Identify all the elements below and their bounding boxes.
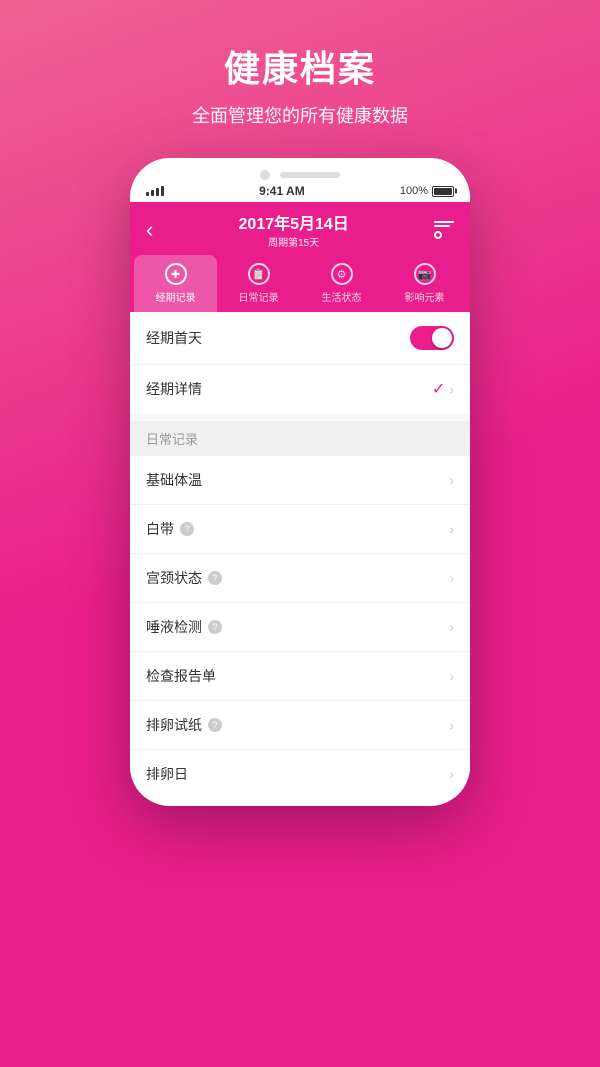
phone-camera: [260, 170, 270, 180]
period-first-day-toggle[interactable]: [410, 326, 454, 350]
list-item-ovulation-day[interactable]: 排卵日 ›: [130, 750, 470, 798]
hamburger-icon: [434, 221, 454, 239]
question-badge: ?: [208, 718, 222, 732]
list-item-saliva[interactable]: 唾液检测 ? ›: [130, 603, 470, 652]
tab-factors-icon: 📷: [414, 263, 436, 285]
header-period: 周期第15天: [239, 234, 349, 249]
menu-line-1: [434, 221, 454, 223]
chevron-icon: ›: [449, 717, 454, 733]
tab-daily-label: 日常记录: [239, 289, 279, 304]
tab-period-record[interactable]: ✚ 经期记录: [134, 255, 217, 312]
header-center: 2017年5月14日 周期第15天: [239, 210, 349, 249]
signal-bar-1: [146, 192, 149, 196]
chevron-icon: ›: [449, 619, 454, 635]
status-bar: 9:41 AM 100%: [130, 180, 470, 202]
status-battery-area: 100%: [400, 185, 454, 197]
period-section: 经期首天 经期详情 ✓ ›: [130, 312, 470, 413]
signal-bar-4: [161, 186, 164, 196]
period-details-right: ✓ ›: [432, 379, 454, 399]
cervix-label: 宫颈状态 ?: [146, 568, 222, 588]
ovulation-day-label: 排卵日: [146, 764, 188, 784]
phone-notch: [130, 158, 470, 180]
saliva-label: 唾液检测 ?: [146, 617, 222, 637]
tab-lifestyle[interactable]: ⚙ 生活状态: [300, 255, 383, 312]
phone-speaker: [280, 172, 340, 178]
period-first-day-label: 经期首天: [146, 328, 202, 348]
chevron-icon: ›: [449, 668, 454, 684]
discharge-label: 白带 ?: [146, 519, 194, 539]
battery-fill: [434, 188, 452, 195]
battery-percent: 100%: [400, 185, 428, 197]
daily-section: 日常记录 基础体温 › 白带 ? › 宫颈状态 ? ›: [130, 421, 470, 798]
page-subtitle: 全面管理您的所有健康数据: [20, 102, 580, 128]
chevron-icon: ›: [449, 521, 454, 537]
toggle-thumb: [432, 328, 452, 348]
tab-lifestyle-icon: ⚙: [331, 263, 353, 285]
question-badge: ?: [208, 620, 222, 634]
menu-button[interactable]: [434, 221, 454, 239]
settings-circle-icon: [434, 231, 442, 239]
tab-bar: ✚ 经期记录 📋 日常记录 ⚙ 生活状态 📷 影响元素: [130, 255, 470, 312]
list-item-ovulation-strip[interactable]: 排卵试纸 ? ›: [130, 701, 470, 750]
page-title: 健康档案: [20, 40, 580, 92]
phone-mockup: 9:41 AM 100% ‹ 2017年5月14日 周期第15天 ✚ 经期记录: [130, 158, 470, 806]
question-badge: ?: [208, 571, 222, 585]
chevron-icon: ›: [449, 381, 454, 397]
chevron-icon: ›: [449, 570, 454, 586]
tab-daily-icon: 📋: [248, 263, 270, 285]
list-item-report[interactable]: 检查报告单 ›: [130, 652, 470, 701]
tab-period-icon: ✚: [165, 263, 187, 285]
tab-period-label: 经期记录: [156, 289, 196, 304]
content-area: 经期首天 经期详情 ✓ › 日常记录 基础体温 › 白带: [130, 312, 470, 798]
list-item-period-first-day[interactable]: 经期首天: [130, 312, 470, 365]
signal-bar-3: [156, 188, 159, 196]
question-badge: ?: [180, 522, 194, 536]
list-item-basal-temp[interactable]: 基础体温 ›: [130, 456, 470, 505]
check-icon: ✓: [432, 379, 445, 399]
header-date: 2017年5月14日: [239, 210, 349, 234]
basal-temp-label: 基础体温: [146, 470, 202, 490]
menu-line-2: [434, 225, 450, 227]
daily-section-header: 日常记录: [130, 421, 470, 456]
tab-factors[interactable]: 📷 影响元素: [383, 255, 466, 312]
period-details-label: 经期详情: [146, 379, 202, 399]
report-label: 检查报告单: [146, 666, 216, 686]
list-item-cervix[interactable]: 宫颈状态 ? ›: [130, 554, 470, 603]
tab-lifestyle-label: 生活状态: [322, 289, 362, 304]
tab-factors-label: 影响元素: [405, 289, 445, 304]
app-header: ‹ 2017年5月14日 周期第15天: [130, 202, 470, 255]
status-time: 9:41 AM: [259, 184, 305, 198]
header-section: 健康档案 全面管理您的所有健康数据: [0, 0, 600, 158]
signal-indicator: [146, 186, 164, 196]
battery-icon: [432, 186, 454, 197]
back-button[interactable]: ‹: [146, 217, 153, 243]
chevron-icon: ›: [449, 472, 454, 488]
chevron-icon: ›: [449, 766, 454, 782]
list-item-period-details[interactable]: 经期详情 ✓ ›: [130, 365, 470, 413]
signal-bar-2: [151, 190, 154, 196]
ovulation-strip-label: 排卵试纸 ?: [146, 715, 222, 735]
tab-daily-record[interactable]: 📋 日常记录: [217, 255, 300, 312]
list-item-discharge[interactable]: 白带 ? ›: [130, 505, 470, 554]
